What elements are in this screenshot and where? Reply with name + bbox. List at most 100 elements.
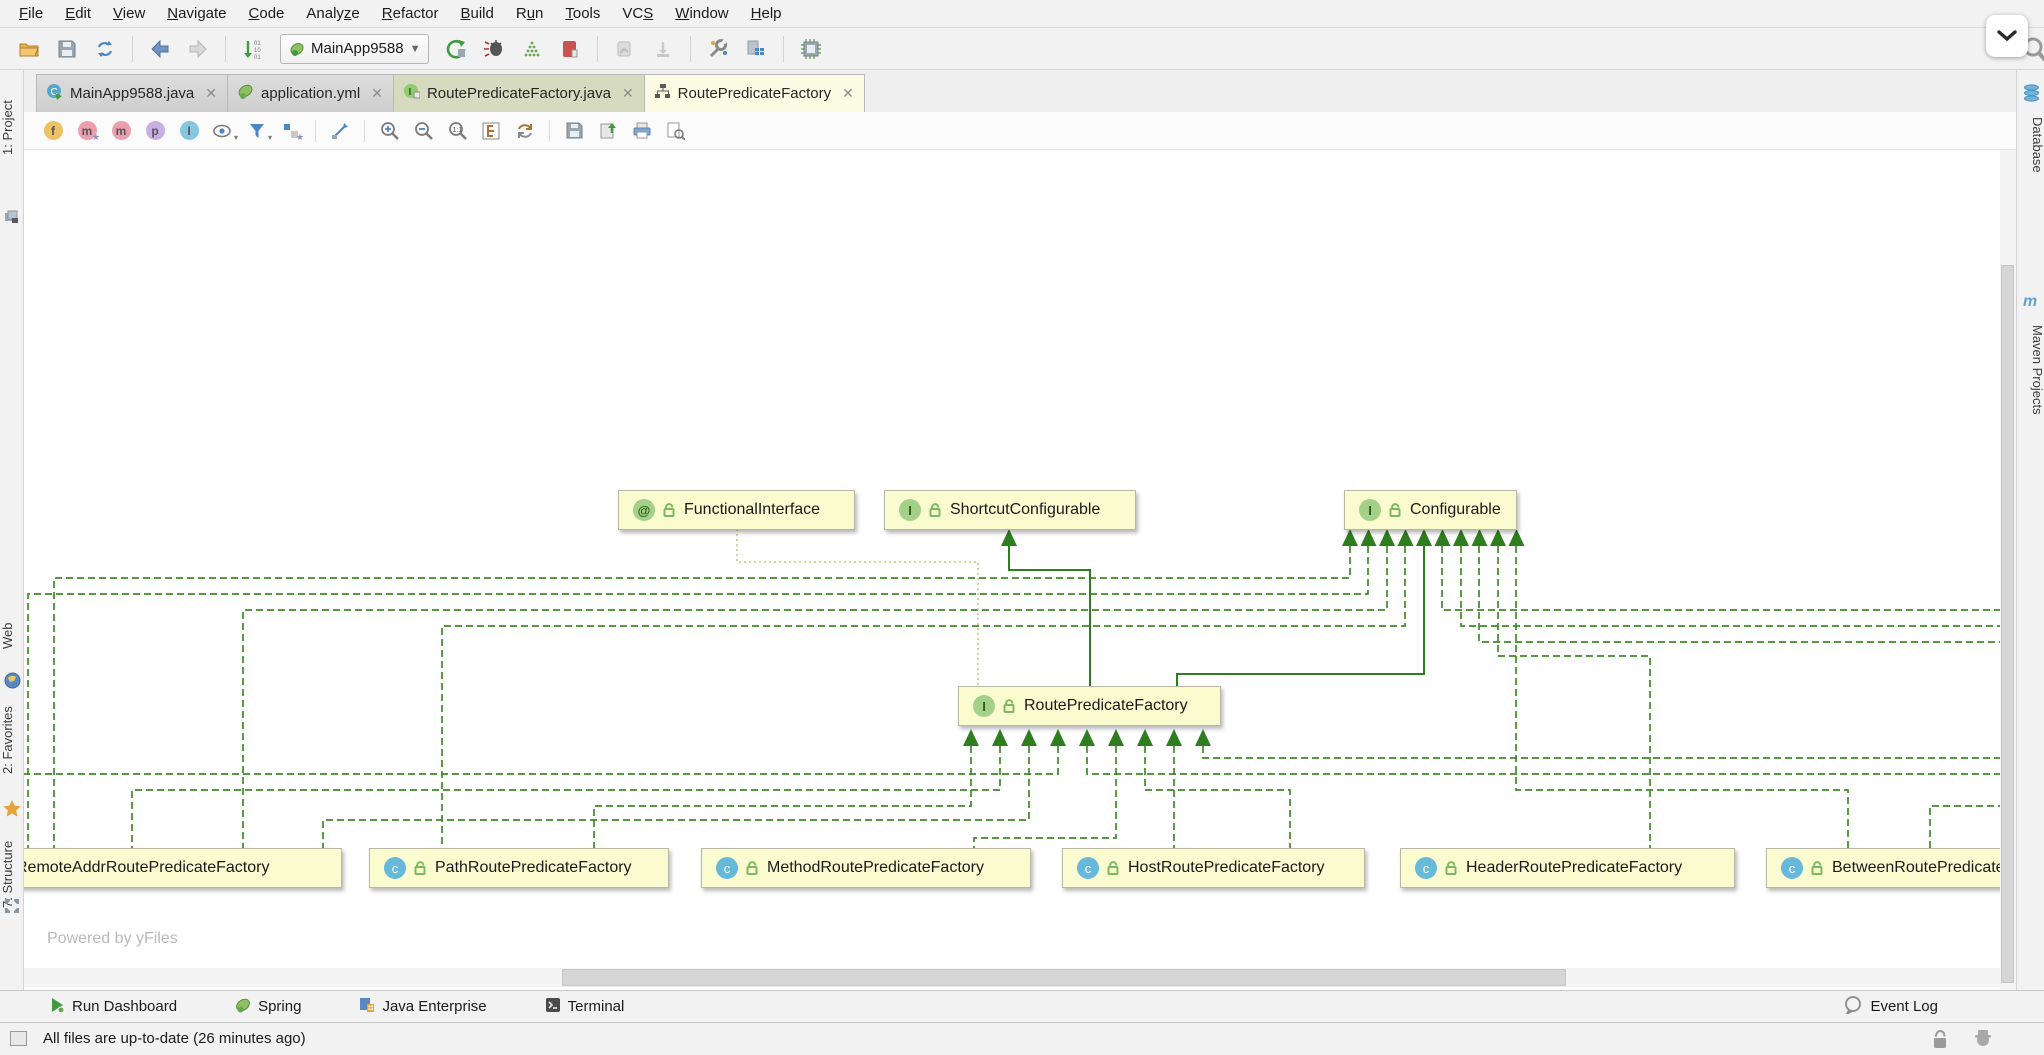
hide-toolbar-button[interactable]: [1986, 15, 2028, 57]
profiler-icon[interactable]: [610, 34, 640, 64]
close-icon[interactable]: ✕: [205, 85, 217, 102]
coverage-icon[interactable]: [517, 34, 547, 64]
save-diagram-icon[interactable]: [560, 118, 588, 144]
favorites-star-icon[interactable]: [0, 800, 24, 817]
web-icon[interactable]: [0, 672, 24, 689]
node-HostRoutePredicateFactory[interactable]: cHostRoutePredicateFactory: [1062, 848, 1365, 888]
toolwindow-web[interactable]: Web: [0, 608, 24, 664]
filter-icon[interactable]: ▾: [243, 118, 271, 144]
node-RoutePredicateFactory[interactable]: IRoutePredicateFactory: [958, 686, 1221, 726]
show-properties-icon[interactable]: p: [141, 118, 169, 144]
unlocked-icon[interactable]: [1932, 1030, 1948, 1049]
toolwindow-button-run-dashboard[interactable]: Run Dashboard: [50, 997, 177, 1017]
maven-icon[interactable]: m: [2017, 292, 2044, 308]
node-HeaderRoutePredicateFactory[interactable]: cHeaderRoutePredicateFactory: [1400, 848, 1735, 888]
project-structure-icon[interactable]: [741, 34, 771, 64]
toolwindow-button-spring[interactable]: Spring: [235, 997, 301, 1017]
plugin-chip-icon[interactable]: [796, 34, 826, 64]
node-RemoteAddrRoutePredicateFactory[interactable]: cRemoteAddrRoutePredicateFactory: [24, 848, 342, 888]
menu-code[interactable]: Code: [238, 0, 296, 28]
open-icon[interactable]: [14, 34, 44, 64]
save-icon[interactable]: [52, 34, 82, 64]
status-message: All files are up-to-date (26 minutes ago…: [43, 1030, 306, 1047]
menu-analyze[interactable]: Analyze: [295, 0, 370, 28]
node-Configurable[interactable]: IConfigurable: [1344, 490, 1517, 530]
menu-window[interactable]: Window: [664, 0, 739, 28]
zoom-out-icon[interactable]: [409, 118, 437, 144]
run-configuration-select[interactable]: MainApp9588 ▼: [280, 34, 429, 64]
interface-icon: I: [1359, 499, 1381, 521]
sync-icon[interactable]: [90, 34, 120, 64]
diagram-canvas[interactable]: @FunctionalInterface IShortcutConfigurabl…: [24, 150, 2016, 990]
close-icon[interactable]: ✕: [622, 85, 634, 102]
node-PathRoutePredicateFactory[interactable]: cPathRoutePredicateFactory: [369, 848, 669, 888]
menu-view[interactable]: View: [102, 0, 156, 28]
run-configuration-name: MainApp9588: [311, 40, 404, 57]
print-icon[interactable]: [628, 118, 656, 144]
tab-RoutePredicateFactory.java[interactable]: IRoutePredicateFactory.java✕: [393, 74, 645, 112]
tab-RoutePredicateFactory[interactable]: RoutePredicateFactory✕: [644, 74, 865, 112]
preview-icon[interactable]: [662, 118, 690, 144]
horizontal-scrollbar-thumb[interactable]: [562, 969, 1566, 986]
close-icon[interactable]: ✕: [842, 85, 854, 102]
node-label: MethodRoutePredicateFactory: [767, 859, 984, 877]
menu-edit[interactable]: Edit: [54, 0, 102, 28]
node-ShortcutConfigurable[interactable]: IShortcutConfigurable: [884, 490, 1136, 530]
settings-wrench-icon[interactable]: [703, 34, 733, 64]
toolwindow-button-terminal[interactable]: Terminal: [545, 997, 625, 1017]
node-selection-icon[interactable]: ★: [277, 118, 305, 144]
menu-file[interactable]: File: [8, 0, 54, 28]
toolwindow-maven-projects[interactable]: Maven Projects: [2017, 318, 2044, 422]
tab-MainApp9588.java[interactable]: CMainApp9588.java✕: [36, 74, 228, 112]
zoom-in-icon[interactable]: [375, 118, 403, 144]
database-icon[interactable]: [2017, 84, 2044, 102]
export-icon[interactable]: [594, 118, 622, 144]
hector-icon[interactable]: [1974, 1029, 1992, 1049]
node-BetweenRoutePredicateFactory[interactable]: cBetweenRoutePredicateFactory: [1766, 848, 2016, 888]
show-constructors-icon[interactable]: m★: [73, 118, 101, 144]
dump-icon[interactable]: [648, 34, 678, 64]
close-icon[interactable]: ✕: [371, 85, 383, 102]
node-FunctionalInterface[interactable]: @FunctionalInterface: [618, 490, 855, 530]
menu-navigate[interactable]: Navigate: [156, 0, 237, 28]
run-icon[interactable]: [441, 34, 471, 64]
status-bar: All files are up-to-date (26 minutes ago…: [0, 1022, 2044, 1054]
diagram-toolbar: f m★ m p I ▾ ▾ ★ 1:1: [24, 112, 2016, 150]
node-MethodRoutePredicateFactory[interactable]: cMethodRoutePredicateFactory: [701, 848, 1031, 888]
refresh-diagram-icon[interactable]: [511, 118, 539, 144]
show-inner-classes-icon[interactable]: I: [175, 118, 203, 144]
public-lock-icon: [746, 861, 759, 875]
menu-build[interactable]: Build: [449, 0, 504, 28]
project-icon[interactable]: [0, 210, 24, 224]
menu-help[interactable]: Help: [740, 0, 793, 28]
structure-icon[interactable]: [0, 898, 24, 914]
toolwindow--project[interactable]: 1: Project: [0, 72, 24, 184]
show-fields-icon[interactable]: f: [39, 118, 67, 144]
toolwindow--favorites[interactable]: 2: Favorites: [0, 688, 24, 792]
debug-icon[interactable]: [479, 34, 509, 64]
relayout-icon[interactable]: [326, 118, 354, 144]
vertical-scrollbar-thumb[interactable]: [2001, 265, 2014, 983]
class-icon: c: [384, 857, 406, 879]
menu-refactor[interactable]: Refactor: [371, 0, 450, 28]
horizontal-scrollbar[interactable]: [24, 968, 2000, 987]
menu-run[interactable]: Run: [505, 0, 555, 28]
svg-text:I: I: [408, 87, 411, 98]
toolwindow-button-java-enterprise[interactable]: Java Enterprise: [359, 997, 486, 1017]
actual-size-icon[interactable]: 1:1: [443, 118, 471, 144]
menu-vcs[interactable]: VCS: [611, 0, 664, 28]
visibility-icon[interactable]: ▾: [209, 118, 237, 144]
stop-icon[interactable]: [555, 34, 585, 64]
back-icon[interactable]: [145, 34, 175, 64]
fit-content-icon[interactable]: [477, 118, 505, 144]
toolwindow-database[interactable]: Database: [2017, 110, 2044, 180]
toolwindow-button-event-log[interactable]: Event Log: [1843, 996, 1938, 1018]
tab-application.yml[interactable]: application.yml✕: [227, 74, 394, 112]
show-methods-icon[interactable]: m: [107, 118, 135, 144]
node-label: FunctionalInterface: [684, 501, 820, 519]
vertical-scrollbar[interactable]: [2000, 150, 2016, 990]
menu-tools[interactable]: Tools: [554, 0, 611, 28]
forward-icon[interactable]: [183, 34, 213, 64]
sort-lines-icon[interactable]: 011001: [238, 34, 268, 64]
toolwindow-toggle-icon[interactable]: [10, 1031, 27, 1046]
